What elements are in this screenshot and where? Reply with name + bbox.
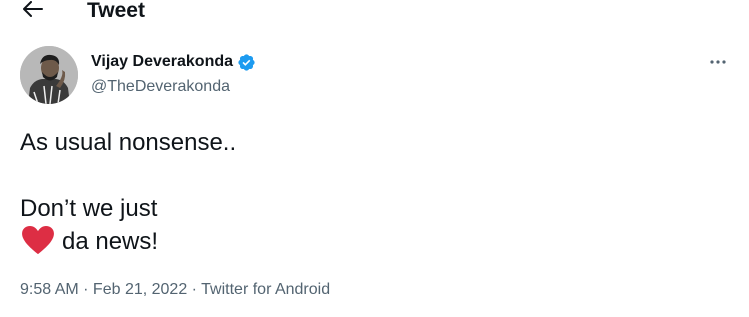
tweet-source[interactable]: Twitter for Android (201, 281, 330, 298)
red-heart-icon (22, 225, 54, 255)
tweet-line: As usual nonsense.. (20, 129, 237, 156)
meta-separator: · (187, 281, 202, 298)
tweet-date[interactable]: Feb 21, 2022 (93, 281, 187, 298)
tweet-text: As usual nonsense.. Don’t we just da new… (20, 126, 720, 258)
tweet-time[interactable]: 9:58 AM (20, 281, 79, 298)
more-horizontal-icon (710, 60, 726, 64)
tweet-line: Don’t we just (20, 195, 158, 222)
back-button[interactable] (18, 0, 48, 24)
meta-separator: · (78, 281, 93, 298)
author-handle[interactable]: @TheDeverakonda (91, 77, 230, 97)
top-bar: Tweet (0, 0, 749, 26)
tweet-line-text: da news! (62, 228, 159, 255)
avatar-photo (20, 46, 78, 104)
author-name[interactable]: Vijay Deverakonda (91, 52, 233, 72)
page-title: Tweet (87, 0, 145, 22)
more-options-button[interactable] (704, 50, 732, 74)
avatar[interactable] (20, 46, 78, 104)
tweet-line-with-emoji: da news! (20, 225, 720, 258)
verified-badge-icon (238, 53, 255, 71)
arrow-left-icon (23, 1, 43, 17)
tweet-metadata: 9:58 AM · Feb 21, 2022 · Twitter for And… (20, 280, 330, 300)
author-name-row: Vijay Deverakonda (91, 52, 256, 72)
